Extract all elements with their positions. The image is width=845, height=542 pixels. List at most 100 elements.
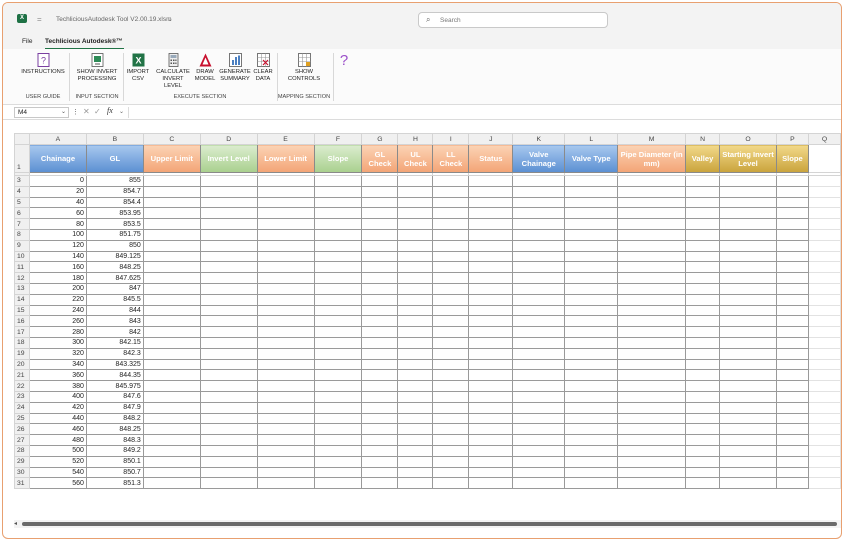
chainage-cell[interactable]: 40 xyxy=(28,196,87,209)
table-cell[interactable] xyxy=(199,326,258,338)
row-header[interactable]: 16 xyxy=(14,315,30,328)
table-cell[interactable] xyxy=(512,315,566,328)
table-cell[interactable] xyxy=(468,207,514,220)
table-cell[interactable] xyxy=(685,218,721,230)
gl-cell[interactable]: 853.95 xyxy=(85,207,144,220)
table-cell[interactable] xyxy=(256,228,315,241)
table-cell[interactable] xyxy=(512,380,566,392)
table-cell[interactable] xyxy=(313,380,363,392)
table-cell[interactable] xyxy=(199,315,258,328)
table-cell[interactable] xyxy=(199,401,258,414)
chainage-cell[interactable]: 300 xyxy=(28,336,87,349)
table-cell[interactable] xyxy=(432,358,470,371)
table-cell[interactable] xyxy=(199,380,258,392)
table-cell[interactable] xyxy=(256,336,315,349)
table-cell[interactable] xyxy=(512,185,566,198)
table-cell[interactable] xyxy=(397,412,434,425)
table-cell[interactable] xyxy=(397,196,434,209)
table-cell[interactable] xyxy=(617,358,687,371)
chainage-cell[interactable]: 60 xyxy=(28,207,87,220)
table-cell[interactable] xyxy=(564,358,619,371)
row-header[interactable]: 28 xyxy=(14,444,30,457)
row-header[interactable]: 15 xyxy=(14,304,30,317)
table-cell[interactable] xyxy=(685,228,721,241)
table-cell[interactable] xyxy=(199,218,258,230)
table-cell[interactable] xyxy=(512,228,566,241)
chainage-cell[interactable]: 460 xyxy=(28,423,87,436)
help-question-icon[interactable]: ? xyxy=(337,53,351,69)
gl-cell[interactable]: 850.7 xyxy=(85,466,144,479)
table-cell[interactable] xyxy=(313,272,363,284)
table-cell[interactable] xyxy=(685,272,721,284)
table-cell[interactable] xyxy=(397,326,434,338)
table-cell[interactable] xyxy=(512,358,566,371)
table-cell[interactable] xyxy=(685,401,721,414)
gl-cell[interactable]: 850 xyxy=(85,239,144,252)
table-cell[interactable] xyxy=(313,358,363,371)
chainage-cell[interactable]: 380 xyxy=(28,380,87,392)
table-cell[interactable] xyxy=(256,239,315,252)
chainage-cell[interactable]: 120 xyxy=(28,239,87,252)
empty-cell[interactable] xyxy=(807,347,841,360)
table-cell[interactable] xyxy=(719,401,777,414)
table-cell[interactable] xyxy=(256,282,315,295)
table-cell[interactable] xyxy=(432,218,470,230)
row-header[interactable]: 20 xyxy=(14,358,30,371)
table-cell[interactable] xyxy=(685,293,721,306)
table-cell[interactable] xyxy=(199,358,258,371)
empty-cell[interactable] xyxy=(807,380,841,392)
row-header[interactable]: 29 xyxy=(14,455,30,468)
table-cell[interactable] xyxy=(775,477,809,490)
table-cell[interactable] xyxy=(512,423,566,436)
row-header[interactable]: 22 xyxy=(14,380,30,392)
column-header[interactable]: C xyxy=(142,133,201,145)
table-cell[interactable] xyxy=(564,347,619,360)
table-header-cell[interactable]: Chainage xyxy=(28,144,87,173)
table-cell[interactable] xyxy=(199,282,258,295)
table-cell[interactable] xyxy=(617,347,687,360)
table-cell[interactable] xyxy=(775,218,809,230)
table-cell[interactable] xyxy=(432,455,470,468)
table-cell[interactable] xyxy=(142,369,201,382)
table-cell[interactable] xyxy=(564,261,619,274)
gl-cell[interactable]: 853.5 xyxy=(85,218,144,230)
table-cell[interactable] xyxy=(617,423,687,436)
table-cell[interactable] xyxy=(397,239,434,252)
table-cell[interactable] xyxy=(775,261,809,274)
table-cell[interactable] xyxy=(313,412,363,425)
table-cell[interactable] xyxy=(719,261,777,274)
table-cell[interactable] xyxy=(512,347,566,360)
table-cell[interactable] xyxy=(617,390,687,403)
table-cell[interactable] xyxy=(432,412,470,425)
table-cell[interactable] xyxy=(617,239,687,252)
table-cell[interactable] xyxy=(512,326,566,338)
table-cell[interactable] xyxy=(432,380,470,392)
table-cell[interactable] xyxy=(432,434,470,446)
gl-cell[interactable]: 848.25 xyxy=(85,423,144,436)
table-cell[interactable] xyxy=(142,347,201,360)
table-cell[interactable] xyxy=(564,380,619,392)
table-cell[interactable] xyxy=(361,358,399,371)
table-cell[interactable] xyxy=(256,185,315,198)
table-cell[interactable] xyxy=(564,315,619,328)
table-cell[interactable] xyxy=(468,175,514,187)
row-header[interactable]: 31 xyxy=(14,477,30,490)
table-cell[interactable] xyxy=(199,261,258,274)
table-cell[interactable] xyxy=(142,228,201,241)
table-cell[interactable] xyxy=(313,347,363,360)
table-cell[interactable] xyxy=(685,304,721,317)
table-cell[interactable] xyxy=(719,218,777,230)
more-options-icon[interactable]: ⋮ xyxy=(72,108,79,116)
table-cell[interactable] xyxy=(775,185,809,198)
table-header-cell[interactable]: Invert Level xyxy=(199,144,258,173)
table-cell[interactable] xyxy=(361,401,399,414)
table-cell[interactable] xyxy=(512,293,566,306)
table-cell[interactable] xyxy=(468,477,514,490)
tab-file[interactable]: File xyxy=(22,38,32,45)
table-cell[interactable] xyxy=(617,228,687,241)
table-cell[interactable] xyxy=(564,466,619,479)
empty-cell[interactable] xyxy=(807,175,841,187)
table-cell[interactable] xyxy=(361,380,399,392)
table-cell[interactable] xyxy=(361,444,399,457)
table-cell[interactable] xyxy=(361,218,399,230)
